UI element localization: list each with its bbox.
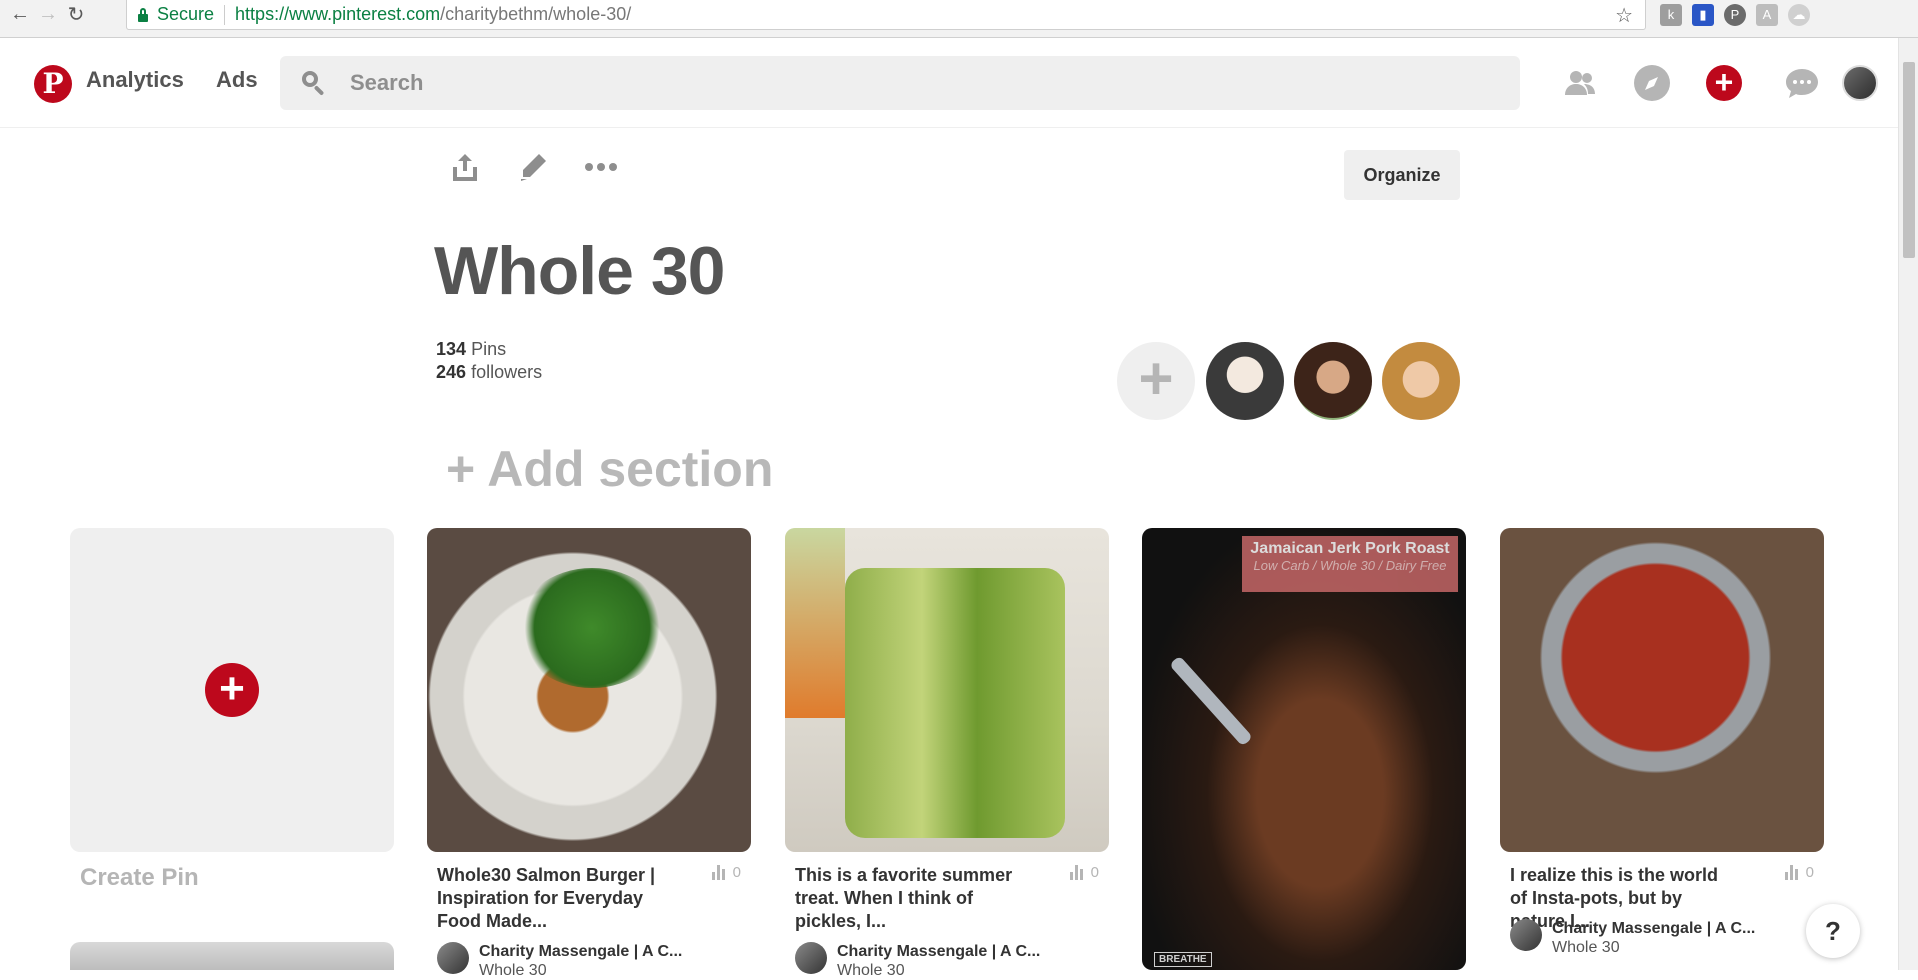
plus-icon: + bbox=[446, 441, 488, 497]
scrollbar-thumb[interactable] bbox=[1903, 62, 1915, 258]
profile-avatar[interactable] bbox=[1842, 65, 1878, 101]
cloud-extension-icon[interactable]: ☁ bbox=[1788, 4, 1810, 26]
pinner-attribution[interactable]: Charity Massengale | A C... Whole 30 bbox=[1510, 919, 1755, 957]
pin-stats: 0 bbox=[1784, 864, 1814, 881]
overlay-subtitle: Low Carb / Whole 30 / Dairy Free bbox=[1253, 558, 1447, 573]
pins-count: 134 bbox=[436, 339, 467, 359]
url-text: https://www.pinterest.com/charitybethm/w… bbox=[235, 4, 631, 25]
collaborator-avatar[interactable] bbox=[1382, 342, 1460, 420]
forward-icon[interactable]: → bbox=[34, 3, 62, 26]
extension-icon[interactable]: k bbox=[1660, 4, 1682, 26]
stats-bars-icon bbox=[1069, 865, 1083, 880]
pdf-extension-icon[interactable]: A bbox=[1756, 4, 1778, 26]
following-icon[interactable] bbox=[1562, 65, 1598, 101]
overlay-title: Jamaican Jerk Pork Roast bbox=[1250, 540, 1450, 557]
followers-count: 246 bbox=[436, 362, 467, 382]
add-icon: + bbox=[205, 663, 259, 717]
pinner-name[interactable]: Charity Massengale | A C... bbox=[1552, 919, 1755, 938]
add-pin-icon[interactable]: + bbox=[1706, 65, 1742, 101]
pin-card[interactable]: I realize this is the world of Insta-pot… bbox=[1500, 528, 1824, 956]
reload-icon[interactable]: ↻ bbox=[62, 2, 90, 27]
saves-count: 0 bbox=[732, 864, 741, 881]
messages-icon[interactable] bbox=[1784, 65, 1820, 101]
add-collaborator-button[interactable]: + bbox=[1117, 342, 1195, 420]
pinterest-extension-icon[interactable]: P bbox=[1724, 4, 1746, 26]
pinner-avatar[interactable] bbox=[795, 942, 827, 974]
pin-description[interactable]: This is a favorite summer treat. When I … bbox=[795, 864, 1025, 933]
explore-compass-icon[interactable] bbox=[1634, 65, 1670, 101]
secure-label: Secure bbox=[157, 4, 215, 24]
search-placeholder: Search bbox=[350, 70, 424, 95]
pin-overlay-label: Jamaican Jerk Pork Roast Low Carb / Whol… bbox=[1242, 536, 1458, 592]
stats-bars-icon bbox=[711, 865, 725, 880]
pinterest-logo-icon[interactable]: P bbox=[34, 65, 72, 103]
add-section-label: Add section bbox=[487, 441, 774, 497]
stats-bars-icon bbox=[1784, 865, 1798, 880]
pinner-name[interactable]: Charity Massengale | A C... bbox=[837, 942, 1040, 961]
fork-decor bbox=[1168, 655, 1254, 747]
pin-card[interactable]: Whole30 Salmon Burger | Inspiration for … bbox=[427, 528, 751, 979]
pinner-avatar[interactable] bbox=[437, 942, 469, 974]
pin-image[interactable] bbox=[1500, 528, 1824, 852]
collaborator-avatar[interactable] bbox=[1206, 342, 1284, 420]
pickle-jar-decor bbox=[845, 568, 1065, 838]
site-header: P Analytics Ads Search + bbox=[0, 38, 1898, 128]
create-pin-card[interactable]: + Create Pin bbox=[70, 528, 394, 891]
pin-card[interactable]: This is a favorite summer treat. When I … bbox=[785, 528, 1109, 979]
search-icon bbox=[302, 71, 326, 95]
lock-icon bbox=[137, 7, 149, 22]
pins-count-row: 134 Pins bbox=[436, 338, 542, 361]
edit-pencil-icon[interactable] bbox=[516, 150, 550, 184]
pin-image[interactable] bbox=[427, 528, 751, 852]
divider bbox=[224, 4, 226, 25]
pins-label: Pins bbox=[471, 339, 507, 359]
browser-toolbar: ← → ↻ Secure https://www.pinterest.com/c… bbox=[0, 0, 1918, 38]
extensions-bar: k ▮ P A ☁ bbox=[1660, 4, 1810, 26]
followers-label: followers bbox=[471, 362, 543, 382]
watermark-badge: BREATHE bbox=[1154, 952, 1212, 967]
pinner-attribution[interactable]: Charity Massengale | A C... Whole 30 bbox=[795, 942, 1040, 980]
create-pin-tile[interactable]: + bbox=[70, 528, 394, 852]
pinner-attribution[interactable]: Charity Massengale | A C... Whole 30 bbox=[437, 942, 682, 980]
help-button[interactable]: ? bbox=[1806, 904, 1860, 958]
pin-board-name[interactable]: Whole 30 bbox=[1552, 938, 1755, 957]
share-icon[interactable] bbox=[448, 150, 482, 184]
search-input[interactable]: Search bbox=[280, 56, 1520, 110]
address-bar[interactable]: Secure https://www.pinterest.com/charity… bbox=[126, 0, 1646, 30]
create-pin-label: Create Pin bbox=[80, 864, 199, 891]
pinner-name[interactable]: Charity Massengale | A C... bbox=[479, 942, 682, 961]
jar-left-decor bbox=[785, 528, 845, 718]
saves-count: 0 bbox=[1090, 864, 1099, 881]
more-options-icon[interactable] bbox=[584, 150, 618, 184]
board-stats: 134 Pins 246 followers bbox=[436, 338, 542, 384]
pin-board-name[interactable]: Whole 30 bbox=[837, 961, 1040, 980]
url-path: /charitybethm/whole-30/ bbox=[440, 4, 632, 24]
collaborator-avatar[interactable] bbox=[1294, 342, 1372, 420]
pin-stats: 0 bbox=[711, 864, 741, 881]
pin-board-name[interactable]: Whole 30 bbox=[479, 961, 682, 980]
pinner-avatar[interactable] bbox=[1510, 919, 1542, 951]
bookmark-extension-icon[interactable]: ▮ bbox=[1692, 4, 1714, 26]
board-title: Whole 30 bbox=[434, 233, 725, 309]
saves-count: 0 bbox=[1805, 864, 1814, 881]
bookmark-star-icon[interactable]: ☆ bbox=[1615, 3, 1633, 28]
organize-button[interactable]: Organize bbox=[1344, 150, 1460, 200]
pin-description[interactable]: Whole30 Salmon Burger | Inspiration for … bbox=[437, 864, 667, 933]
followers-row[interactable]: 246 followers bbox=[436, 361, 542, 384]
browser-nav: ← → ↻ bbox=[6, 0, 90, 28]
back-icon[interactable]: ← bbox=[6, 3, 34, 26]
pin-stats: 0 bbox=[1069, 864, 1099, 881]
add-section-button[interactable]: + Add section bbox=[446, 440, 773, 498]
pin-image[interactable] bbox=[785, 528, 1109, 852]
page-scrollbar[interactable] bbox=[1898, 38, 1918, 970]
nav-ads[interactable]: Ads bbox=[216, 67, 258, 93]
pin-image[interactable]: Jamaican Jerk Pork Roast Low Carb / Whol… bbox=[1142, 528, 1466, 970]
pin-card[interactable]: Jamaican Jerk Pork Roast Low Carb / Whol… bbox=[1142, 528, 1466, 970]
nav-analytics[interactable]: Analytics bbox=[86, 67, 184, 93]
board-actions bbox=[448, 150, 618, 184]
pin-image[interactable] bbox=[70, 942, 394, 970]
salad-greens-decor bbox=[517, 568, 667, 688]
url-host: https://www.pinterest.com bbox=[235, 4, 441, 24]
